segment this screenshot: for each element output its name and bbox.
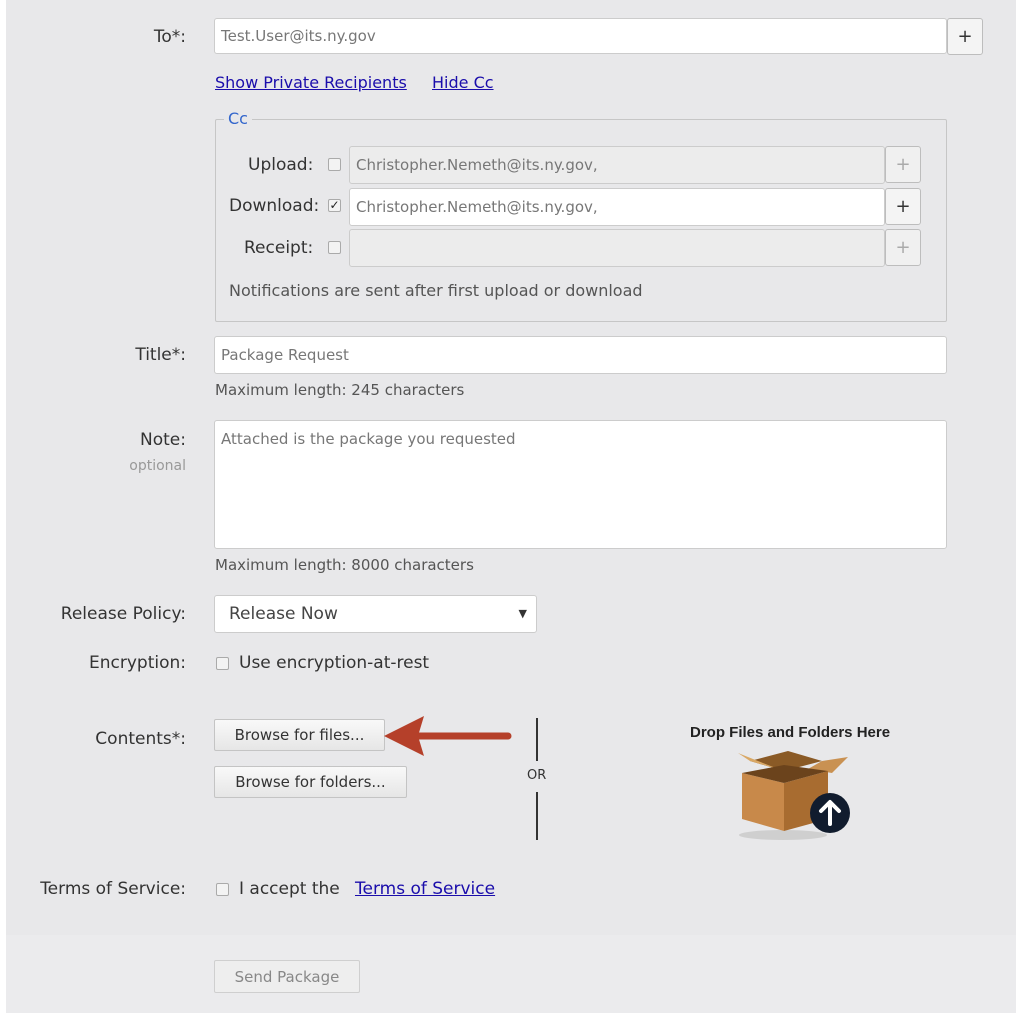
cc-download-checkbox[interactable]: ✓ [328,199,341,212]
title-label: Title*: [135,345,186,365]
encryption-checkbox[interactable] [216,657,229,670]
release-policy-value: Release Now [229,604,338,624]
box-upload-icon[interactable] [728,743,858,843]
title-hint: Maximum length: 245 characters [215,381,465,399]
send-package-button[interactable]: Send Package [214,960,360,993]
cc-download-add-button[interactable]: + [885,188,921,225]
terms-prefix-text: I accept the [239,879,340,899]
cc-notification-note: Notifications are sent after first uploa… [229,281,643,300]
note-textarea[interactable]: Attached is the package you requested [214,420,947,549]
cc-upload-checkbox[interactable] [328,158,341,171]
hide-cc-link[interactable]: Hide Cc [432,73,494,92]
cc-legend: Cc [224,109,252,128]
to-add-button[interactable]: + [947,18,983,55]
to-label: To*: [153,27,186,47]
note-optional-label: optional [129,458,186,474]
cc-download-input[interactable]: Christopher.Nemeth@its.ny.gov, [349,188,885,226]
cc-receipt-input[interactable] [349,229,885,267]
red-arrow-annotation-icon [384,716,512,756]
terms-of-service-link[interactable]: Terms of Service [355,879,495,899]
encryption-label: Encryption: [89,653,186,673]
release-policy-select[interactable]: Release Now ▼ [214,595,537,633]
cc-upload-label: Upload: [248,155,314,175]
cc-receipt-label: Receipt: [244,238,314,258]
chevron-down-icon: ▼ [518,607,527,620]
terms-label: Terms of Service: [40,879,186,899]
cc-receipt-add-button[interactable]: + [885,229,921,266]
note-label: Note: [140,430,186,450]
terms-checkbox[interactable] [216,883,229,896]
cc-download-label: Download: [229,196,320,216]
browse-folders-button[interactable]: Browse for folders... [214,766,407,798]
note-hint: Maximum length: 8000 characters [215,556,474,574]
cc-receipt-checkbox[interactable] [328,241,341,254]
to-input[interactable]: Test.User@its.ny.gov [214,18,947,54]
or-text: OR [527,768,547,783]
cc-upload-add-button[interactable]: + [885,146,921,183]
footer-band [6,935,1016,1013]
browse-files-button[interactable]: Browse for files... [214,719,385,751]
or-divider-top [536,718,538,761]
cc-upload-input[interactable]: Christopher.Nemeth@its.ny.gov, [349,146,885,184]
title-input[interactable]: Package Request [214,336,947,374]
release-policy-label: Release Policy: [60,604,186,624]
encryption-option-label: Use encryption-at-rest [239,653,430,673]
contents-label: Contents*: [95,729,186,749]
drop-zone-text: Drop Files and Folders Here [690,724,891,741]
or-divider-bottom [536,792,538,840]
show-private-recipients-link[interactable]: Show Private Recipients [215,73,407,92]
